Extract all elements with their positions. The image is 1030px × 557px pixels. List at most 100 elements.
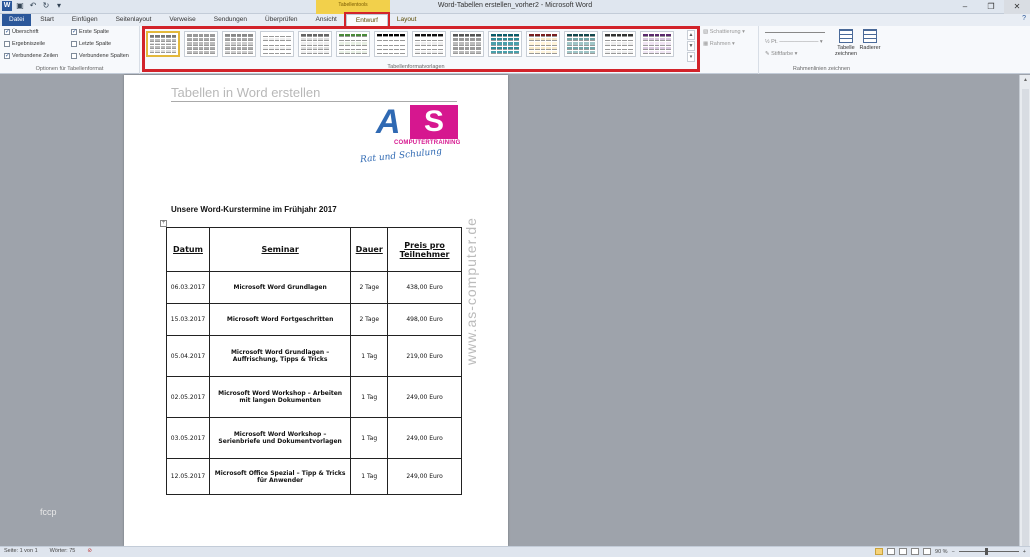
print-layout-view-icon[interactable]: [875, 548, 884, 555]
table-style-thumb[interactable]: [526, 31, 560, 57]
price-cell[interactable]: 498,00 Euro: [387, 303, 462, 336]
price-cell[interactable]: 438,00 Euro: [387, 271, 462, 304]
gallery-down-icon[interactable]: ▼: [687, 41, 695, 51]
duration-cell[interactable]: 2 Tage: [350, 271, 389, 304]
seminar-cell[interactable]: Microsoft Office Spezial – Tipp & Tricks…: [208, 458, 352, 495]
word-count[interactable]: Wörter: 75: [50, 548, 76, 554]
seminar-cell[interactable]: Microsoft Word Grundlagen – Auffrischung…: [208, 335, 352, 377]
table-style-thumb[interactable]: [222, 31, 256, 57]
maximize-button[interactable]: ❐: [978, 0, 1004, 14]
tab-ueberpruefen[interactable]: Überprüfen: [256, 14, 307, 26]
date-cell[interactable]: 05.04.2017: [166, 335, 210, 377]
table-style-thumb[interactable]: [450, 31, 484, 57]
zoom-knob[interactable]: [984, 548, 988, 555]
duration-cell[interactable]: 1 Tag: [350, 458, 389, 495]
tab-start[interactable]: Start: [31, 14, 63, 26]
paint-bucket-icon: ▧: [703, 29, 710, 35]
checkbox-verbundene-zeilen[interactable]: ✓ Verbundene Zeilen: [4, 53, 58, 59]
minimize-button[interactable]: –: [952, 0, 978, 14]
table-style-thumb[interactable]: [602, 31, 636, 57]
duration-cell[interactable]: 1 Tag: [350, 335, 389, 377]
tab-einfuegen[interactable]: Einfügen: [63, 14, 107, 26]
seminar-cell[interactable]: Microsoft Word Workshop – Serienbriefe u…: [208, 417, 352, 459]
watermark: www.as-computer.de: [463, 217, 479, 365]
close-button[interactable]: ✕: [1004, 0, 1030, 14]
zoom-slider[interactable]: [958, 548, 1019, 555]
zoom-level[interactable]: 90 %: [935, 549, 948, 555]
table-row[interactable]: 03.05.2017 Microsoft Word Workshop – Seri…: [166, 417, 462, 459]
course-table[interactable]: Datum Seminar Dauer Preis pro Teilnehmer…: [166, 227, 462, 495]
checkbox-ergebniszeile[interactable]: Ergebniszeile: [4, 41, 45, 47]
draft-view-icon[interactable]: [923, 548, 932, 555]
column-header: Seminar: [208, 227, 352, 272]
web-layout-view-icon[interactable]: [899, 548, 908, 555]
shading-button[interactable]: ▧ Schattierung ▾: [703, 29, 755, 35]
duration-cell[interactable]: 1 Tag: [350, 376, 389, 418]
tab-ansicht[interactable]: Ansicht: [307, 14, 346, 26]
draw-table-button[interactable]: Tabelle zeichnen: [835, 29, 857, 57]
table-style-thumb[interactable]: [640, 31, 674, 57]
gallery-more-icon[interactable]: ▾: [687, 52, 695, 62]
full-screen-view-icon[interactable]: [887, 548, 896, 555]
price-cell[interactable]: 249,00 Euro: [387, 417, 462, 459]
table-style-thumb[interactable]: [184, 31, 218, 57]
date-cell[interactable]: 12.05.2017: [166, 458, 210, 495]
table-style-thumb[interactable]: [298, 31, 332, 57]
checkbox-verbundene-spalten[interactable]: Verbundene Spalten: [71, 53, 129, 59]
seminar-cell[interactable]: Microsoft Word Workshop – Arbeiten mit l…: [208, 376, 352, 418]
checkbox-erste-spalte[interactable]: ✓ Erste Spalte: [71, 29, 109, 35]
date-cell[interactable]: 06.03.2017: [166, 271, 210, 304]
borders-button[interactable]: ▦ Rahmen ▾: [703, 41, 755, 47]
duration-cell[interactable]: 2 Tage: [350, 303, 389, 336]
table-style-thumb[interactable]: [260, 31, 294, 57]
table-style-thumb[interactable]: [336, 31, 370, 57]
tab-sendungen[interactable]: Sendungen: [205, 14, 256, 26]
gallery-up-icon[interactable]: ▲: [687, 30, 695, 40]
tab-verweise[interactable]: Verweise: [160, 14, 204, 26]
seminar-cell[interactable]: Microsoft Word Grundlagen: [208, 271, 352, 304]
table-row[interactable]: 02.05.2017 Microsoft Word Workshop – Arbe…: [166, 376, 462, 418]
document-page[interactable]: Tabellen in Word erstellen A S COMPUTERT…: [124, 75, 508, 546]
checkbox-letzte-spalte[interactable]: Letzte Spalte: [71, 41, 111, 47]
proofing-icon[interactable]: ⊘: [87, 548, 92, 554]
date-cell[interactable]: 02.05.2017: [166, 376, 210, 418]
scroll-up-icon[interactable]: ▲: [1020, 77, 1030, 87]
zoom-out-icon[interactable]: −: [952, 549, 955, 555]
pen-style-select[interactable]: [765, 32, 825, 33]
table-move-handle-icon[interactable]: +: [160, 220, 167, 227]
table-style-thumb[interactable]: [374, 31, 408, 57]
eraser-icon: [863, 29, 877, 43]
page-count[interactable]: Seite: 1 von 1: [4, 548, 38, 554]
price-cell[interactable]: 249,00 Euro: [387, 458, 462, 495]
company-logo: A S COMPUTERTRAINING Rat und Schulung: [359, 103, 461, 166]
table-style-thumb[interactable]: [412, 31, 446, 57]
tab-layout[interactable]: Layout: [388, 14, 426, 26]
checkbox-ueberschrift[interactable]: ✓ Überschrift: [4, 29, 39, 35]
checkbox-box: [71, 53, 77, 59]
zoom-in-icon[interactable]: +: [1023, 549, 1026, 555]
table-style-thumb[interactable]: [488, 31, 522, 57]
table-row[interactable]: 05.04.2017 Microsoft Word Grundlagen – Au…: [166, 335, 462, 377]
price-cell[interactable]: 249,00 Euro: [387, 376, 462, 418]
table-row[interactable]: 12.05.2017 Microsoft Office Spezial – Tip…: [166, 458, 462, 495]
vertical-scrollbar[interactable]: ▲: [1019, 75, 1030, 549]
pen-color-button[interactable]: ✎ Stiftfarbe ▾: [765, 51, 797, 57]
eraser-button[interactable]: Radierer: [859, 29, 881, 51]
tab-datei[interactable]: Datei: [2, 14, 32, 26]
tab-seitenlayout[interactable]: Seitenlayout: [107, 14, 161, 26]
scroll-thumb[interactable]: [1022, 89, 1029, 549]
date-cell[interactable]: 15.03.2017: [166, 303, 210, 336]
status-bar: Seite: 1 von 1 Wörter: 75 ⊘ 90 % − +: [0, 546, 1030, 557]
help-icon[interactable]: ?: [1022, 15, 1026, 22]
duration-cell[interactable]: 1 Tag: [350, 417, 389, 459]
tab-entwurf[interactable]: Entwurf: [343, 12, 390, 28]
table-style-thumb[interactable]: [146, 31, 180, 57]
outline-view-icon[interactable]: [911, 548, 920, 555]
table-row[interactable]: 06.03.2017 Microsoft Word Grundlagen 2 Tag…: [166, 271, 462, 304]
table-style-thumb[interactable]: [564, 31, 598, 57]
date-cell[interactable]: 03.05.2017: [166, 417, 210, 459]
seminar-cell[interactable]: Microsoft Word Fortgeschritten: [208, 303, 352, 336]
price-cell[interactable]: 219,00 Euro: [387, 335, 462, 377]
table-row[interactable]: 15.03.2017 Microsoft Word Fortgeschritten…: [166, 303, 462, 336]
pen-weight-select[interactable]: ½ Pt. ────────── ▾: [765, 39, 823, 45]
